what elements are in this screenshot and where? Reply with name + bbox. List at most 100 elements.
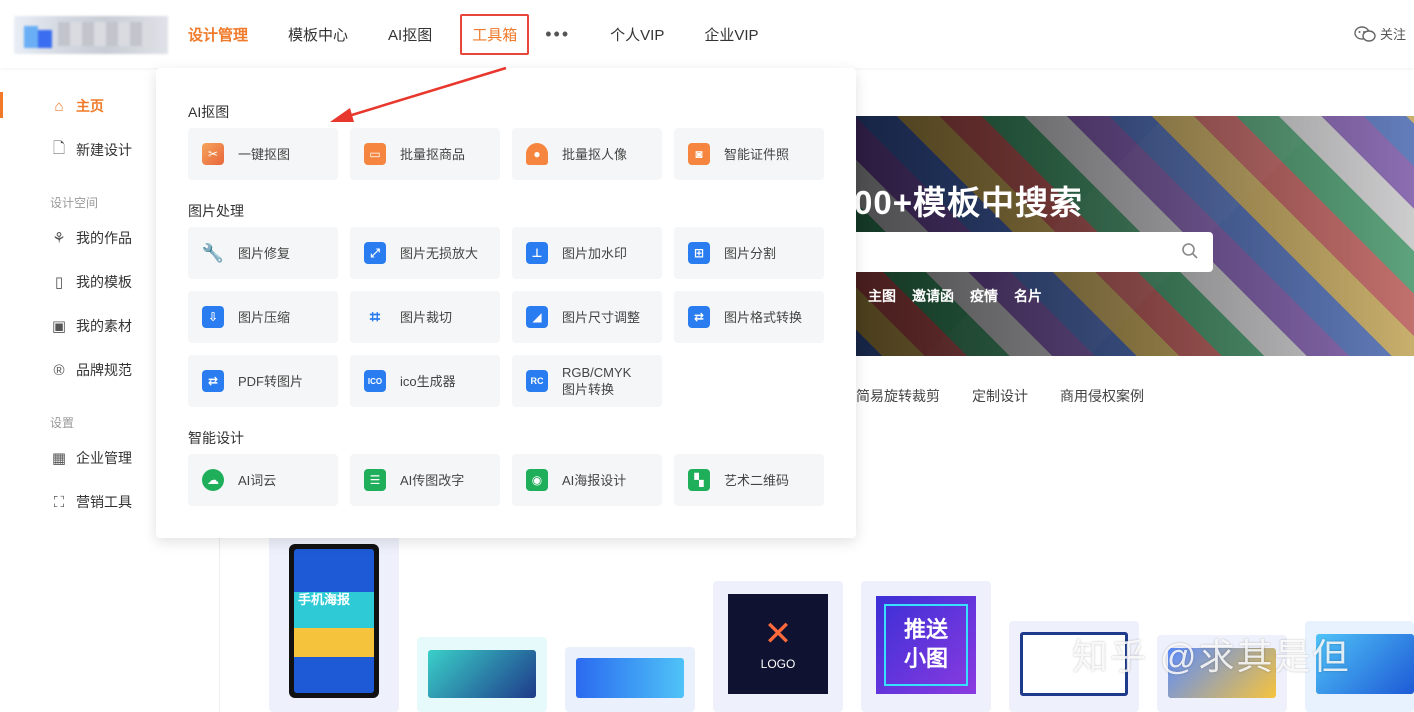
push-image-thumbnail: 推送 小图 — [876, 596, 976, 694]
sidebar-item-label: 我的模板 — [76, 274, 132, 290]
tool-label: 艺术二维码 — [724, 472, 790, 488]
tool-resize[interactable]: ◢ 图片尺寸调整 — [512, 291, 662, 343]
robot-icon: ◉ — [526, 469, 548, 491]
stamp-icon: ⊥ — [526, 242, 548, 264]
sidebar-item-label: 新建设计 — [76, 142, 132, 158]
hero-banner: 00+模板中搜索 主图 邀请函 疫情 名片 — [840, 116, 1414, 356]
search-icon[interactable] — [1181, 242, 1199, 260]
building-icon: ▦ — [51, 450, 67, 467]
sidebar-item-new-design[interactable]: 🗋 新建设计 — [50, 140, 132, 160]
zhihu-watermark: 知乎 @求其是但 — [1072, 636, 1351, 677]
tool-label: PDF转图片 — [238, 373, 304, 389]
tool-ai-word-cloud[interactable]: ☁ AI词云 — [188, 454, 338, 506]
brand-logo[interactable] — [14, 16, 168, 54]
nav-enterprise-vip[interactable]: 企业VIP — [704, 24, 758, 45]
subnav-infringement-cases[interactable]: 商用侵权案例 — [1060, 386, 1144, 406]
logo-thumbnail-label: LOGO — [760, 657, 796, 671]
subnav-custom-design[interactable]: 定制设计 — [972, 386, 1028, 406]
tool-label: 图片分割 — [724, 245, 777, 261]
wechat-cover-thumbnail — [428, 650, 536, 698]
tool-label: 图片裁切 — [400, 309, 453, 325]
tool-label: AI海报设计 — [562, 472, 627, 488]
tool-batch-product-cutout[interactable]: ▭ 批量抠商品 — [350, 128, 500, 180]
tool-ai-poster-design[interactable]: ◉ AI海报设计 — [512, 454, 662, 506]
banner-title: 00+模板中搜索 — [854, 184, 1083, 221]
sidebar-item-home[interactable]: ⌂ 主页 — [50, 96, 104, 116]
tool-label: 图片尺寸调整 — [562, 309, 641, 325]
works-icon: ⚘ — [52, 230, 66, 247]
sidebar-active-indicator — [0, 92, 3, 118]
expand-icon: ⤢ — [364, 242, 386, 264]
tool-label: 批量抠人像 — [562, 146, 628, 162]
sidebar-item-label: 我的素材 — [76, 318, 132, 334]
sidebar-item-my-works[interactable]: ⚘ 我的作品 — [50, 228, 132, 248]
wechat-icon — [1354, 25, 1376, 42]
compress-icon: ⇩ — [202, 306, 224, 328]
tool-image-compress[interactable]: ⇩ 图片压缩 — [188, 291, 338, 343]
tool-ai-image-text-edit[interactable]: ☰ AI传图改字 — [350, 454, 500, 506]
tag-business-card[interactable]: 名片 — [1014, 286, 1042, 306]
sidebar-item-brand[interactable]: ® 品牌规范 — [50, 360, 132, 380]
tag-epidemic[interactable]: 疫情 — [970, 286, 998, 306]
tool-label: 图片无损放大 — [400, 245, 479, 261]
sidebar-item-label: 品牌规范 — [76, 362, 132, 378]
tool-label: 一键抠图 — [238, 146, 291, 162]
nav-more-icon[interactable]: ••• — [545, 24, 570, 45]
tool-format-convert[interactable]: ⇄ 图片格式转换 — [674, 291, 824, 343]
sidebar-item-label: 主页 — [76, 98, 104, 114]
follow-label: 关注 — [1379, 27, 1406, 42]
page: 设计管理 模板中心 AI抠图 工具箱 ••• 个人VIP 企业VIP 关注 ⌂ … — [0, 0, 1414, 712]
push-line-2: 小图 — [903, 646, 948, 671]
sidebar-item-marketing[interactable]: ⛶ 营销工具 — [50, 492, 132, 512]
wrench-icon: 🔧 — [201, 242, 225, 263]
nav-template-center[interactable]: 模板中心 — [288, 24, 348, 45]
tool-image-split[interactable]: ⊞ 图片分割 — [674, 227, 824, 279]
sidebar-item-my-templates[interactable]: ▯ 我的模板 — [50, 272, 132, 292]
subnav-rotate-crop[interactable]: 简易旋转裁剪 — [856, 386, 940, 406]
tool-batch-portrait-cutout[interactable]: ● 批量抠人像 — [512, 128, 662, 180]
tool-label-line1: RGB/CMYK — [562, 365, 632, 380]
tool-ico-generator[interactable]: ICO ico生成器 — [350, 355, 500, 407]
tool-rgb-cmyk-convert[interactable]: RC RGB/CMYK 图片转换 — [512, 355, 662, 407]
push-line-1: 推送 — [903, 617, 948, 643]
logo-thumbnail: ✕ LOGO — [728, 594, 828, 694]
id-card-icon: ◙ — [688, 143, 710, 165]
tool-label-line2: 图片转换 — [562, 382, 615, 397]
tool-label: ico生成器 — [400, 373, 456, 389]
tag-invitation[interactable]: 邀请函 — [912, 286, 954, 306]
phone-poster-title: 手机海报 — [298, 592, 351, 607]
nav-toolbox[interactable]: 工具箱 — [460, 13, 530, 55]
tool-image-crop[interactable]: ⌗ 图片裁切 — [350, 291, 500, 343]
tool-image-repair[interactable]: 🔧 图片修复 — [188, 227, 338, 279]
follow-button[interactable]: 关注 — [1354, 24, 1406, 43]
tool-art-qrcode[interactable]: ▚ 艺术二维码 — [674, 454, 824, 506]
tool-id-photo[interactable]: ◙ 智能证件照 — [674, 128, 824, 180]
sidebar-section-design-space: 设计空间 — [50, 196, 99, 210]
nav-ai-cutout[interactable]: AI抠图 — [388, 24, 432, 45]
sidebar-item-enterprise[interactable]: ▦ 企业管理 — [50, 448, 132, 468]
cloud-icon: ☁ — [202, 469, 224, 491]
text-scan-icon: ☰ — [364, 469, 386, 491]
sidebar-item-my-assets[interactable]: ▣ 我的素材 — [50, 316, 132, 336]
tool-pdf-to-image[interactable]: ⇄ PDF转图片 — [188, 355, 338, 407]
grid-icon: ⊞ — [688, 242, 710, 264]
banner-thumbnail — [576, 658, 684, 698]
tool-label: 图片格式转换 — [724, 309, 803, 325]
nav-design-management[interactable]: 设计管理 — [188, 24, 248, 45]
registered-icon: ® — [53, 361, 65, 379]
search-input[interactable] — [840, 232, 1213, 272]
tool-label: AI词云 — [238, 472, 277, 488]
nav-personal-vip[interactable]: 个人VIP — [610, 24, 664, 45]
rgb-convert-icon: RC — [526, 370, 548, 392]
tool-add-watermark[interactable]: ⊥ 图片加水印 — [512, 227, 662, 279]
toolbox-dropdown: AI抠图 ✂ 一键抠图 ▭ 批量抠商品 ● 批量抠人像 ◙ 智能证件照 图片处理… — [156, 68, 856, 538]
tool-one-click-cutout[interactable]: ✂ 一键抠图 — [188, 128, 338, 180]
sidebar-item-label: 企业管理 — [76, 450, 132, 466]
tool-lossless-upscale[interactable]: ⤢ 图片无损放大 — [350, 227, 500, 279]
template-icon: ▯ — [54, 274, 64, 291]
crop-icon: ⌗ — [369, 306, 381, 327]
tag-main-image[interactable]: 主图 — [868, 286, 896, 306]
feature-subnav: 简易旋转裁剪 定制设计 商用侵权案例 — [856, 386, 1144, 406]
new-file-icon: 🗋 — [52, 139, 66, 157]
pdf-icon: ⇄ — [202, 370, 224, 392]
